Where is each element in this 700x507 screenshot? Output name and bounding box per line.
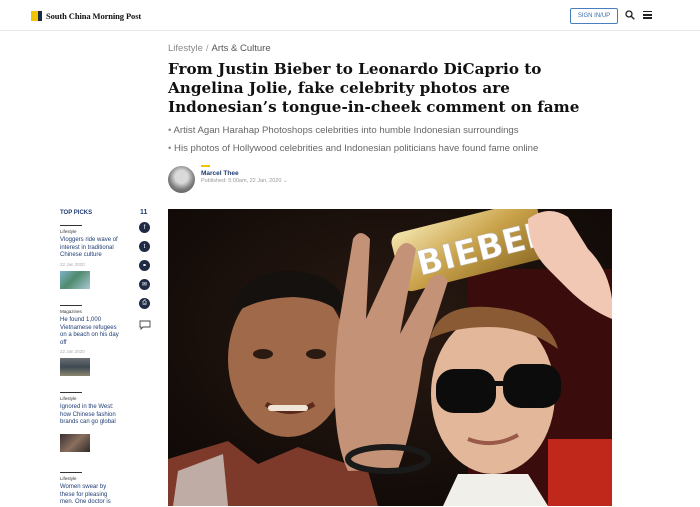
link-icon[interactable]: ⚭	[139, 260, 150, 271]
author-accent-bar	[201, 165, 210, 167]
email-icon[interactable]: ✉	[139, 279, 150, 290]
scmp-logo[interactable]: South China Morning Post	[31, 10, 141, 22]
top-picks-heading: TOP PICKS	[60, 210, 93, 216]
print-icon[interactable]: ⎙	[139, 298, 150, 309]
divider	[60, 392, 82, 393]
sign-in-button[interactable]: SIGN IN/UP	[570, 8, 618, 24]
author-name-link[interactable]: Marcel Thee	[201, 170, 239, 177]
search-icon[interactable]	[625, 10, 635, 20]
breadcrumb-separator: /	[205, 43, 209, 54]
divider	[60, 225, 82, 226]
article-headline: From Justin Bieber to Leonardo DiCaprio …	[168, 60, 580, 116]
article-summary-list: Artist Agan Harahap Photoshops celebriti…	[168, 122, 618, 158]
facebook-icon[interactable]: f	[139, 222, 150, 233]
top-pick-title[interactable]: Ignored in the West: how Chinese fashion…	[60, 404, 120, 427]
top-pick-title[interactable]: Women swear by these for pleasing men. O…	[60, 484, 120, 507]
summary-bullet: Artist Agan Harahap Photoshops celebriti…	[168, 122, 618, 140]
share-count: 11	[140, 209, 148, 216]
top-pick-date: 22 Jan 2020	[60, 261, 85, 267]
top-pick-title[interactable]: Vloggers ride wave of interest in tradit…	[60, 237, 120, 260]
top-pick-section: Lifestyle	[60, 396, 77, 401]
top-pick-item[interactable]: Magazines He found 1,000 Vietnamese refu…	[60, 305, 120, 376]
divider	[60, 472, 82, 473]
top-pick-thumbnail[interactable]	[60, 433, 90, 452]
logo-text: South China Morning Post	[46, 11, 142, 21]
top-pick-item[interactable]: Lifestyle Vloggers ride wave of interest…	[60, 225, 120, 289]
top-pick-thumbnail[interactable]	[60, 358, 90, 376]
divider	[60, 305, 82, 306]
hero-photo-illustration: BIEBER	[168, 209, 612, 506]
top-pick-section: Lifestyle	[60, 229, 77, 234]
breadcrumb-subsection-link[interactable]: Arts & Culture	[212, 43, 271, 54]
top-pick-title[interactable]: He found 1,000 Vietnamese refugees on a …	[60, 317, 120, 347]
twitter-icon[interactable]: t	[139, 241, 150, 252]
top-pick-section: Lifestyle	[60, 476, 77, 481]
breadcrumb: Lifestyle / Arts & Culture	[168, 43, 271, 54]
top-pick-date: 22 Jan 2020	[60, 349, 85, 354]
article-hero-image[interactable]: BIEBER	[168, 209, 612, 506]
top-pick-thumbnail[interactable]	[60, 270, 90, 289]
top-pick-section: Magazines	[60, 309, 82, 314]
top-pick-item[interactable]: Lifestyle Ignored in the West: how Chine…	[60, 392, 120, 452]
published-date[interactable]: Published: 5:00am, 22 Jan, 2020 ⌄	[201, 178, 288, 184]
top-navigation-bar: South China Morning Post SIGN IN/UP	[0, 0, 700, 31]
summary-bullet: His photos of Hollywood celebrities and …	[168, 140, 618, 158]
author-avatar[interactable]	[168, 166, 195, 193]
top-pick-item[interactable]: Lifestyle Women swear by these for pleas…	[60, 472, 120, 507]
comment-icon[interactable]	[139, 320, 151, 330]
hamburger-menu-icon[interactable]	[643, 11, 652, 19]
breadcrumb-section-link[interactable]: Lifestyle	[168, 43, 203, 54]
scmp-logo-icon	[31, 11, 42, 21]
